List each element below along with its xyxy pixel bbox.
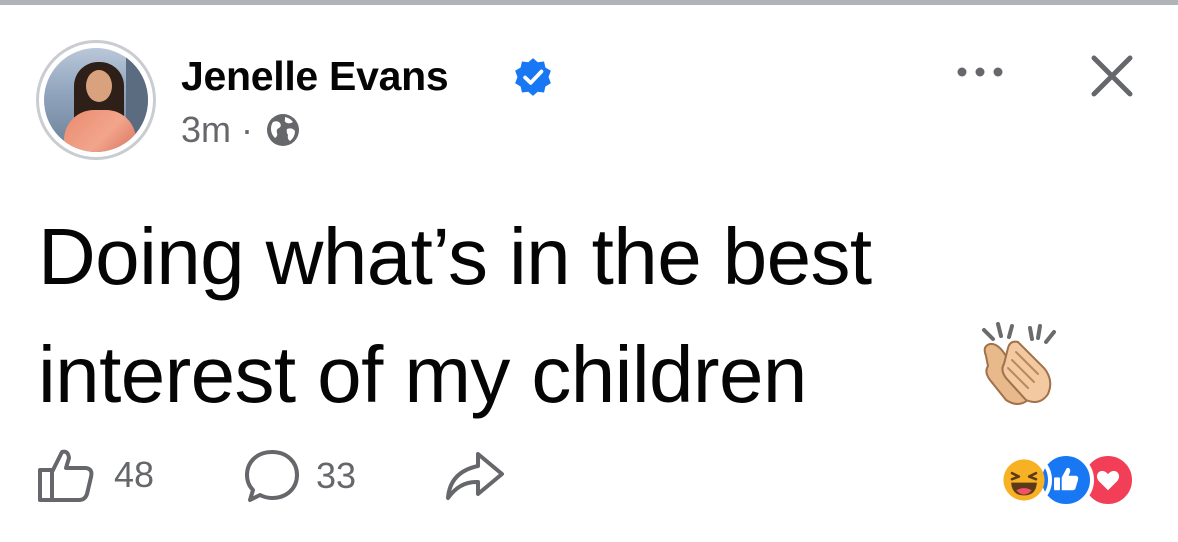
comment-button[interactable]: 33	[242, 446, 356, 506]
post-text-line-2: interest of my children	[38, 330, 807, 419]
top-divider	[0, 0, 1178, 5]
globe-icon	[267, 114, 300, 146]
author-name[interactable]: Jenelle Evans	[181, 52, 449, 100]
haha-reaction-icon	[996, 452, 1052, 508]
clapping-hands-emoji	[982, 322, 1056, 405]
post-timestamp[interactable]: 3m	[181, 108, 231, 152]
share-icon	[446, 452, 504, 500]
reactions-summary[interactable]	[996, 452, 1146, 508]
comment-count: 33	[316, 455, 357, 496]
close-icon[interactable]	[1086, 50, 1138, 102]
comment-icon	[245, 450, 299, 502]
thumbs-up-icon	[38, 449, 94, 502]
verified-badge-icon	[515, 58, 551, 96]
like-button[interactable]: 48	[36, 446, 154, 504]
post-text: Doing what’s in the best interest of my …	[38, 198, 1118, 434]
meta-separator: ·	[241, 109, 254, 150]
post-text-line-1: Doing what’s in the best	[38, 212, 872, 301]
share-button[interactable]	[442, 448, 506, 504]
like-count: 48	[114, 454, 155, 495]
avatar[interactable]	[36, 40, 156, 160]
more-options-icon[interactable]	[952, 58, 1008, 86]
post-meta: 3m ·	[181, 108, 301, 152]
avatar-photo	[44, 48, 148, 152]
